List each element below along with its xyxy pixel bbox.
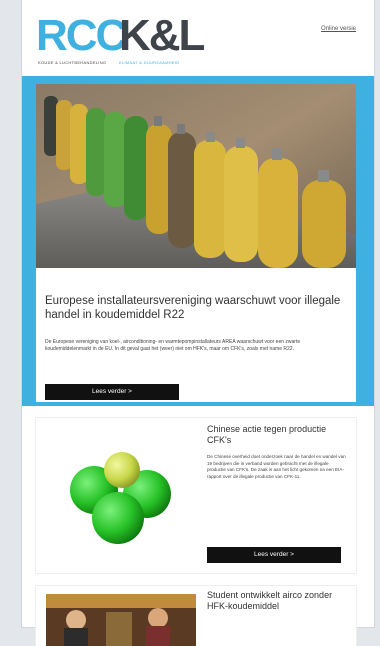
student-photo[interactable]: [46, 594, 196, 646]
read-more-button[interactable]: Lees verder >: [45, 384, 179, 400]
featured-article-card: Europese installateursvereniging waarsch…: [36, 84, 356, 402]
article-title[interactable]: Student ontwikkelt airco zonder HFK-koud…: [207, 590, 347, 612]
featured-section: Europese installateursvereniging waarsch…: [22, 76, 374, 406]
molecule-image[interactable]: [46, 424, 196, 564]
logo-rcc: RCC: [36, 11, 127, 60]
article-title[interactable]: Chinese actie tegen productie CFK's: [207, 424, 347, 446]
gas-cylinders-photo[interactable]: [36, 84, 356, 268]
logo-kl: K&L: [119, 11, 205, 60]
logo-tagline-left: KOUDE & LUCHTBEHANDELING: [38, 60, 107, 65]
featured-article-title[interactable]: Europese installateursvereniging waarsch…: [45, 294, 345, 322]
article-text: De Chinese overheid doet onderzoek naar …: [207, 454, 346, 479]
article-card: Chinese actie tegen productie CFK's De C…: [36, 418, 356, 573]
featured-article-text: De Europese vereniging van koel-, aircon…: [45, 339, 301, 352]
article-card: Student ontwikkelt airco zonder HFK-koud…: [36, 586, 356, 646]
read-more-button[interactable]: Lees verder >: [207, 547, 341, 563]
online-version-link[interactable]: Online versie: [321, 26, 356, 32]
header: RCC K&L KOUDE & LUCHTBEHANDELING KLIMAAT…: [22, 0, 374, 76]
logo-tagline-right: KLIMAAT & DUURZAAMHEID: [119, 60, 180, 65]
newsletter: RCC K&L KOUDE & LUCHTBEHANDELING KLIMAAT…: [22, 0, 374, 646]
